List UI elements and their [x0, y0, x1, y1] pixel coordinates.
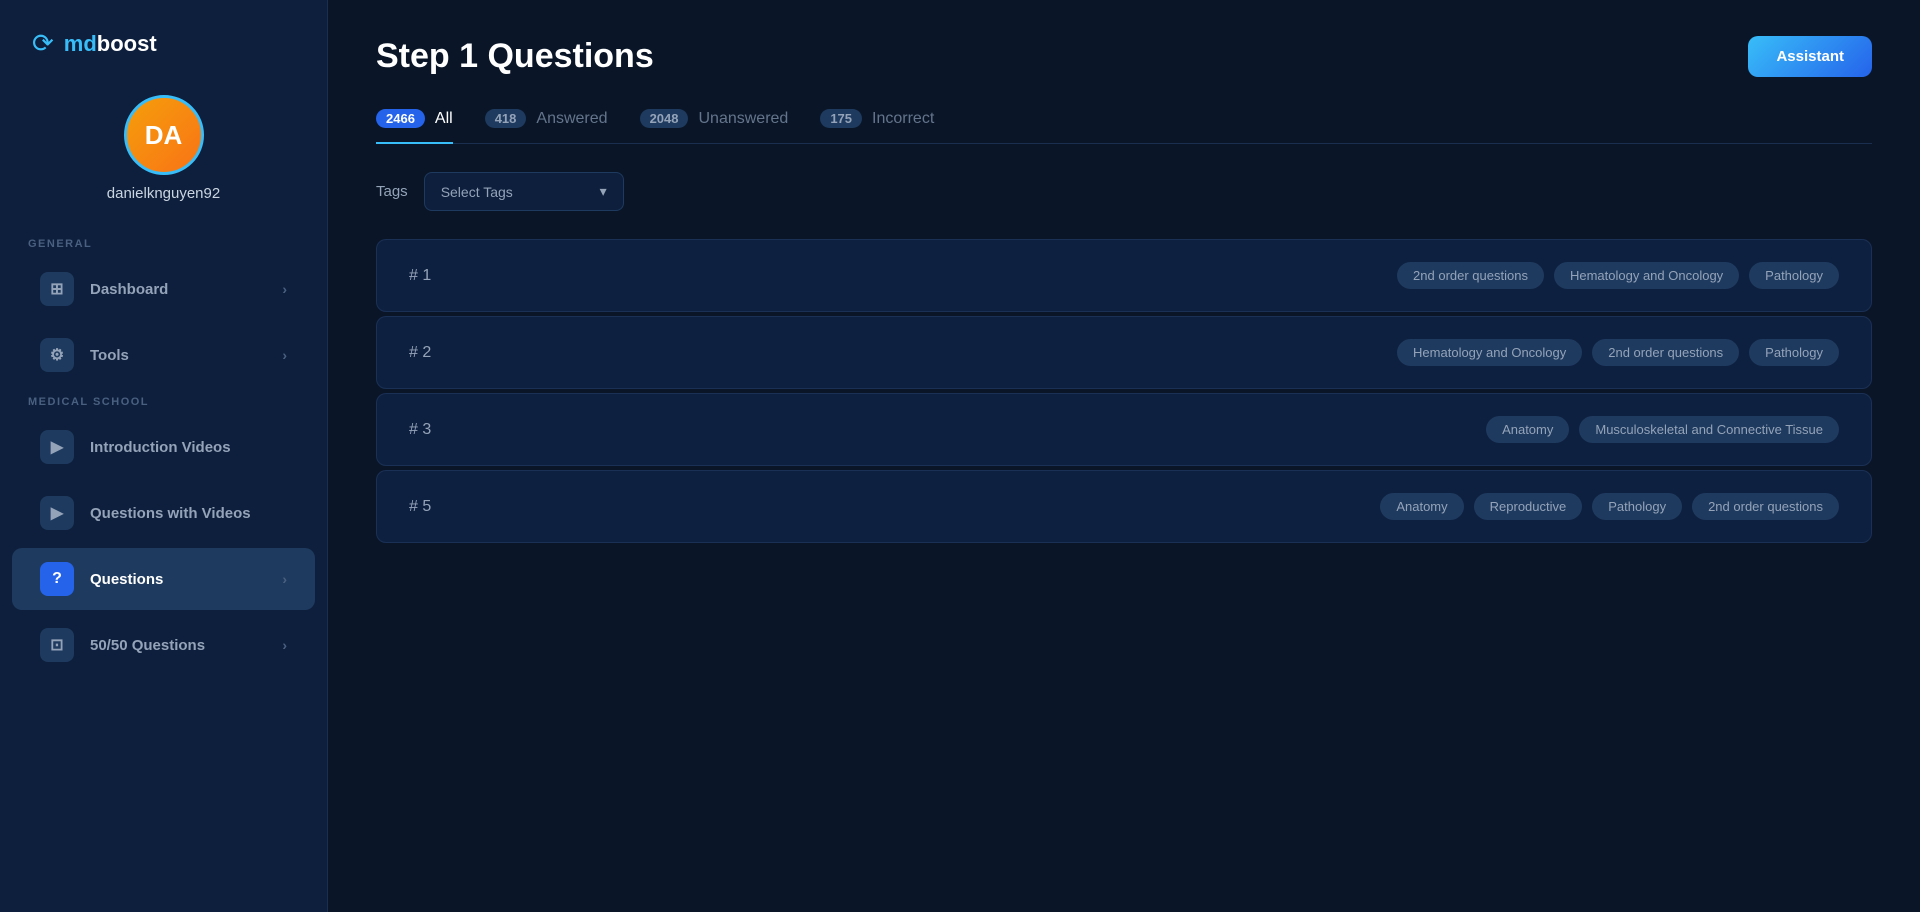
answered-badge: 418: [485, 109, 527, 128]
tag-pill: 2nd order questions: [1692, 493, 1839, 520]
table-row[interactable]: # 5 Anatomy Reproductive Pathology 2nd o…: [376, 470, 1872, 543]
tag-pill: Pathology: [1749, 262, 1839, 289]
tag-pill: Hematology and Oncology: [1397, 339, 1582, 366]
chevron-icon: ›: [282, 281, 287, 297]
intro-videos-label: Introduction Videos: [90, 439, 231, 456]
table-row[interactable]: # 1 2nd order questions Hematology and O…: [376, 239, 1872, 312]
logo-area: ⟳ mdboost: [0, 0, 327, 83]
questions-with-videos-label: Questions with Videos: [90, 505, 251, 522]
assistant-button[interactable]: Assistant: [1748, 36, 1872, 77]
dashboard-icon: ⊞: [40, 272, 74, 306]
tag-pill: Musculoskeletal and Connective Tissue: [1579, 416, 1839, 443]
50-50-icon: ⊡: [40, 628, 74, 662]
tab-unanswered[interactable]: 2048 Unanswered: [640, 109, 789, 144]
question-list: # 1 2nd order questions Hematology and O…: [376, 239, 1872, 543]
tab-all[interactable]: 2466 All: [376, 109, 453, 144]
general-section-label: GENERAL: [0, 230, 327, 256]
tab-answered[interactable]: 418 Answered: [485, 109, 608, 144]
unanswered-badge: 2048: [640, 109, 689, 128]
tag-pill: Pathology: [1749, 339, 1839, 366]
sidebar-item-intro-videos[interactable]: ▶ Introduction Videos: [12, 416, 315, 478]
incorrect-badge: 175: [820, 109, 862, 128]
tags-row: Tags Select Tags ▾: [376, 172, 1872, 211]
filter-tabs: 2466 All 418 Answered 2048 Unanswered 17…: [376, 109, 1872, 144]
tag-pill: Anatomy: [1380, 493, 1463, 520]
chevron-down-icon: ▾: [600, 183, 607, 200]
incorrect-label: Incorrect: [872, 110, 934, 128]
dashboard-label: Dashboard: [90, 281, 168, 298]
questions-label: Questions: [90, 571, 163, 588]
table-row[interactable]: # 3 Anatomy Musculoskeletal and Connecti…: [376, 393, 1872, 466]
question-tags: 2nd order questions Hematology and Oncol…: [1397, 262, 1839, 289]
username: danielknguyen92: [107, 185, 220, 202]
page-title: Step 1 Questions: [376, 37, 654, 76]
tab-incorrect[interactable]: 175 Incorrect: [820, 109, 934, 144]
main-content: Step 1 Questions Assistant 2466 All 418 …: [328, 0, 1920, 912]
avatar: DA: [124, 95, 204, 175]
avatar-area: DA danielknguyen92: [0, 83, 327, 230]
tag-pill: Anatomy: [1486, 416, 1569, 443]
medical-school-section-label: MEDICAL SCHOOL: [0, 388, 327, 414]
all-label: All: [435, 110, 453, 128]
question-number: # 1: [409, 267, 459, 285]
question-number: # 5: [409, 498, 459, 516]
tags-select[interactable]: Select Tags ▾: [424, 172, 624, 211]
main-header: Step 1 Questions Assistant: [376, 36, 1872, 77]
50-50-label: 50/50 Questions: [90, 637, 205, 654]
tag-pill: 2nd order questions: [1397, 262, 1544, 289]
tools-icon: ⚙: [40, 338, 74, 372]
sidebar: ⟳ mdboost DA danielknguyen92 GENERAL ⊞ D…: [0, 0, 328, 912]
chevron-icon: ›: [282, 571, 287, 587]
unanswered-label: Unanswered: [698, 110, 788, 128]
question-tags: Anatomy Reproductive Pathology 2nd order…: [1380, 493, 1839, 520]
chevron-icon: ›: [282, 637, 287, 653]
chevron-icon: ›: [282, 347, 287, 363]
questions-icon: ?: [40, 562, 74, 596]
table-row[interactable]: # 2 Hematology and Oncology 2nd order qu…: [376, 316, 1872, 389]
question-number: # 3: [409, 421, 459, 439]
tags-select-placeholder: Select Tags: [441, 184, 513, 200]
tag-pill: Pathology: [1592, 493, 1682, 520]
tools-label: Tools: [90, 347, 129, 364]
question-number: # 2: [409, 344, 459, 362]
sidebar-item-tools[interactable]: ⚙ Tools ›: [12, 324, 315, 386]
tag-pill: 2nd order questions: [1592, 339, 1739, 366]
tag-pill: Hematology and Oncology: [1554, 262, 1739, 289]
sidebar-item-questions-with-videos[interactable]: ▶ Questions with Videos: [12, 482, 315, 544]
sidebar-item-50-50[interactable]: ⊡ 50/50 Questions ›: [12, 614, 315, 676]
question-tags: Hematology and Oncology 2nd order questi…: [1397, 339, 1839, 366]
tag-pill: Reproductive: [1474, 493, 1583, 520]
logo-text: mdboost: [64, 31, 157, 57]
video-icon: ▶: [40, 430, 74, 464]
video-icon: ▶: [40, 496, 74, 530]
sidebar-item-questions[interactable]: ? Questions ›: [12, 548, 315, 610]
tags-label: Tags: [376, 183, 408, 200]
question-tags: Anatomy Musculoskeletal and Connective T…: [1486, 416, 1839, 443]
answered-label: Answered: [536, 110, 607, 128]
mdboost-logo-icon: ⟳: [32, 28, 54, 59]
sidebar-item-dashboard[interactable]: ⊞ Dashboard ›: [12, 258, 315, 320]
all-badge: 2466: [376, 109, 425, 128]
